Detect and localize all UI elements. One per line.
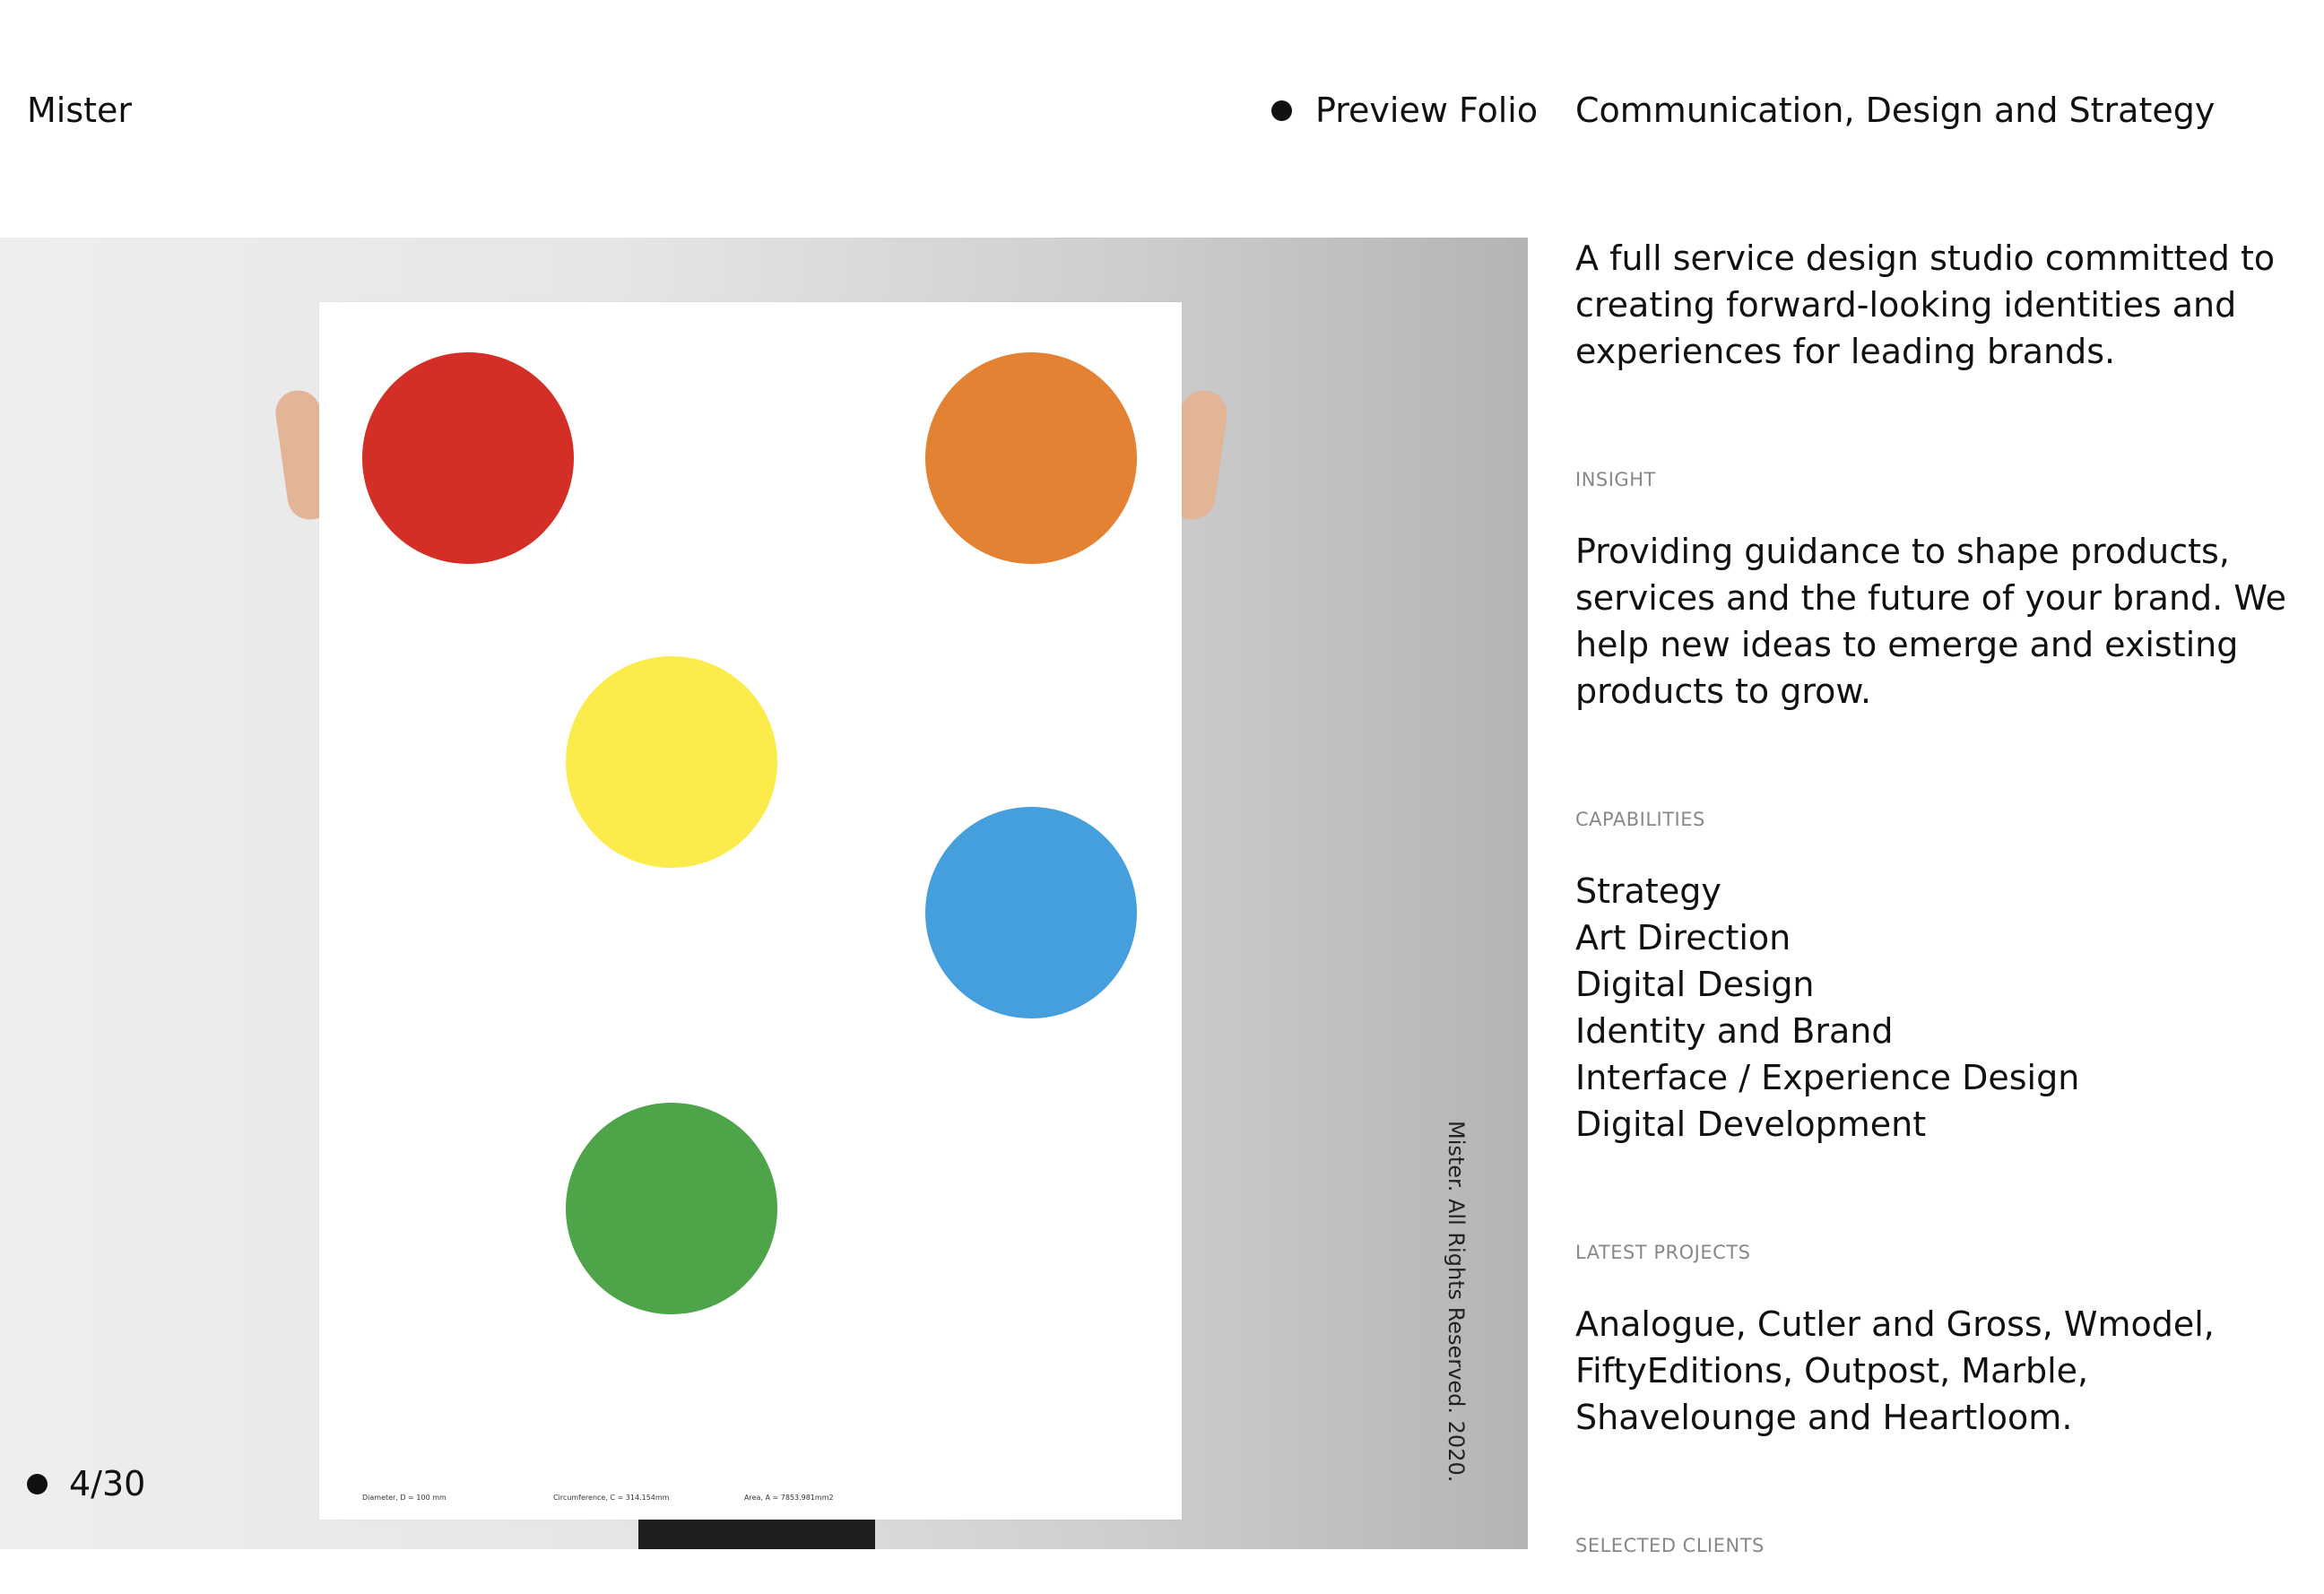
copyright-text: Mister. All Rights Reserved. 2020. <box>1444 1121 1469 1483</box>
insight-text: Providing guidance to shape products, se… <box>1575 532 2287 711</box>
slide-counter: 4/30 <box>27 1461 145 1506</box>
capabilities-list: Strategy Art Direction Digital Design Id… <box>1575 868 2311 1148</box>
hero-image: Diameter, D = 100 mm Circumference, C = … <box>0 238 1528 1549</box>
preview-folio-label: Preview Folio <box>1315 91 1539 130</box>
poster-footnotes: Diameter, D = 100 mm Circumference, C = … <box>362 1494 1139 1502</box>
capabilities-heading: CAPABILITIES <box>1575 809 1705 830</box>
list-item: Digital Design <box>1575 965 1815 1004</box>
list-item: Strategy <box>1575 871 1721 911</box>
site-logo[interactable]: Mister <box>27 88 132 133</box>
poster: Diameter, D = 100 mm Circumference, C = … <box>319 302 1182 1520</box>
red-circle <box>362 352 574 564</box>
list-item: Interface / Experience Design <box>1575 1058 2080 1097</box>
blue-circle <box>925 807 1137 1018</box>
selected-clients-heading: SELECTED CLIENTS <box>1575 1535 1765 1556</box>
latest-projects-text: Analogue, Cutler and Gross, Wmodel, Fift… <box>1575 1304 2215 1437</box>
studio-info-sidebar: A full service design studio committed t… <box>1575 235 2311 1594</box>
poster-note: Area, A = 7853.981mm2 <box>744 1494 834 1502</box>
latest-projects-heading: LATEST PROJECTS <box>1575 1242 1751 1263</box>
yellow-circle <box>566 656 777 868</box>
preview-folio-link[interactable]: Preview Folio <box>1271 88 1538 133</box>
list-item: Art Direction <box>1575 918 1791 957</box>
orange-circle <box>925 352 1137 564</box>
poster-note: Circumference, C = 314.154mm <box>553 1494 670 1502</box>
bullet-dot-icon <box>1271 100 1292 121</box>
list-item: Digital Development <box>1575 1105 1927 1144</box>
intro-text: A full service design studio committed t… <box>1575 238 2276 371</box>
green-circle <box>566 1103 777 1314</box>
slide-counter-label: 4/30 <box>69 1464 146 1503</box>
list-item: Identity and Brand <box>1575 1011 1894 1051</box>
insight-heading: INSIGHT <box>1575 469 1656 490</box>
site-tagline: Communication, Design and Strategy <box>1575 91 2216 130</box>
person-legs-image <box>638 1515 875 1549</box>
poster-note: Diameter, D = 100 mm <box>362 1494 447 1502</box>
bullet-dot-icon <box>27 1473 48 1494</box>
